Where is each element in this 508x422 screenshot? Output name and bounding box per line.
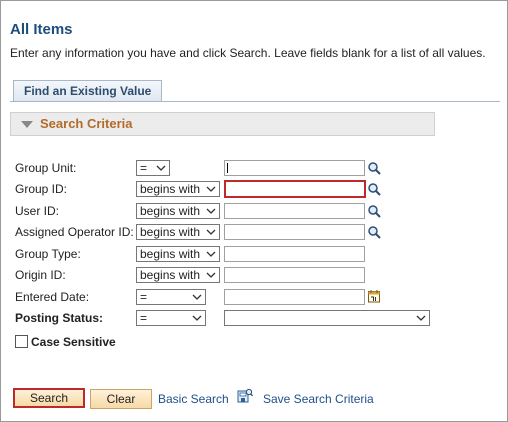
assigned-operator-id-input[interactable] — [224, 224, 365, 240]
group-unit-label: Group Unit: — [15, 161, 77, 175]
basic-search-link[interactable]: Basic Search — [158, 392, 229, 406]
group-id-operator-value: begins with — [140, 182, 201, 196]
group-type-operator-select[interactable]: begins with — [136, 246, 220, 262]
entered-date-operator-select[interactable]: = — [136, 289, 206, 305]
save-search-criteria-link[interactable]: Save Search Criteria — [263, 392, 374, 406]
case-sensitive-checkbox[interactable] — [15, 335, 28, 348]
origin-id-input[interactable] — [224, 267, 365, 283]
user-id-label: User ID: — [15, 204, 60, 218]
chevron-down-icon — [206, 229, 216, 235]
save-criteria-icon[interactable] — [237, 388, 253, 404]
entered-date-input[interactable] — [224, 289, 365, 305]
assigned-operator-id-label: Assigned Operator ID: — [15, 225, 134, 239]
origin-id-label: Origin ID: — [15, 268, 66, 282]
chevron-down-icon — [416, 315, 426, 321]
page-title: All Items — [10, 21, 73, 38]
tab-divider — [10, 101, 500, 102]
chevron-down-icon — [206, 251, 216, 257]
tab-find-existing-value[interactable]: Find an Existing Value — [13, 80, 163, 101]
chevron-down-icon — [206, 186, 216, 192]
instructions-text: Enter any information you have and click… — [10, 46, 486, 60]
chevron-down-icon — [206, 208, 216, 214]
assigned-operator-id-lookup-icon[interactable] — [367, 225, 381, 239]
search-criteria-title: Search Criteria — [40, 116, 133, 131]
group-id-lookup-icon[interactable] — [367, 182, 381, 196]
search-criteria-header[interactable]: Search Criteria — [10, 112, 435, 136]
collapse-triangle-icon[interactable] — [21, 121, 33, 128]
user-id-operator-select[interactable]: begins with — [136, 203, 220, 219]
case-sensitive-label: Case Sensitive — [31, 335, 116, 349]
chevron-down-icon — [192, 294, 202, 300]
posting-status-operator-value: = — [140, 311, 148, 325]
assigned-operator-id-operator-select[interactable]: begins with — [136, 224, 220, 240]
group-unit-operator-value: = — [140, 161, 148, 175]
calendar-icon[interactable] — [367, 289, 381, 303]
group-unit-operator-select[interactable]: = — [136, 160, 170, 176]
group-unit-lookup-icon[interactable] — [367, 161, 381, 175]
chevron-down-icon — [156, 165, 166, 171]
user-id-operator-value: begins with — [140, 204, 201, 218]
posting-status-value-select[interactable] — [224, 310, 430, 326]
group-type-label: Group Type: — [15, 247, 81, 261]
origin-id-operator-select[interactable]: begins with — [136, 267, 220, 283]
group-id-label: Group ID: — [15, 182, 68, 196]
group-id-operator-select[interactable]: begins with — [136, 181, 220, 197]
chevron-down-icon — [206, 272, 216, 278]
group-id-input[interactable] — [224, 180, 366, 198]
group-unit-input[interactable] — [224, 160, 365, 176]
chevron-down-icon — [192, 315, 202, 321]
text-caret — [227, 163, 228, 173]
user-id-lookup-icon[interactable] — [367, 204, 381, 218]
clear-button[interactable]: Clear — [90, 389, 152, 409]
assigned-operator-id-operator-value: begins with — [140, 225, 201, 239]
entered-date-label: Entered Date: — [15, 290, 90, 304]
user-id-input[interactable] — [224, 203, 365, 219]
entered-date-operator-value: = — [140, 290, 148, 304]
search-button[interactable]: Search — [13, 388, 85, 408]
group-type-input[interactable] — [224, 246, 365, 262]
posting-status-label: Posting Status: — [15, 311, 104, 325]
posting-status-operator-select[interactable]: = — [136, 310, 206, 326]
origin-id-operator-value: begins with — [140, 268, 201, 282]
group-type-operator-value: begins with — [140, 247, 201, 261]
